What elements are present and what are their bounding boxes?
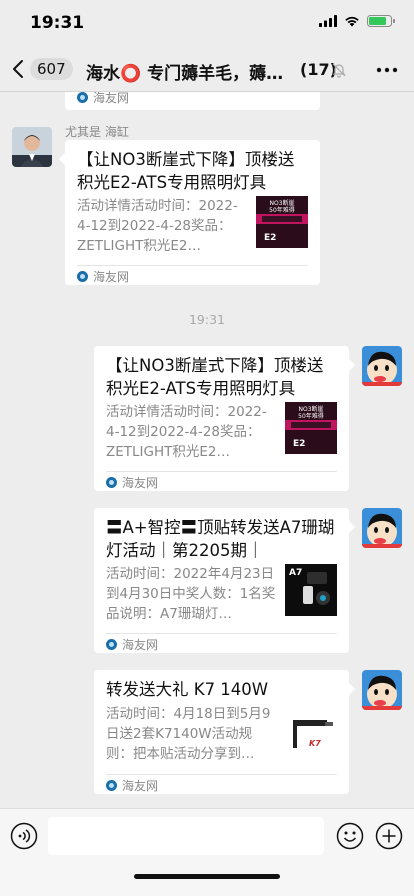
card-source: 海友网 <box>77 92 129 106</box>
unread-count-badge: 607 <box>30 58 73 80</box>
avatar[interactable] <box>12 127 52 167</box>
card-source: 海友网 <box>106 777 158 794</box>
card-source-label: 海友网 <box>122 638 159 652</box>
status-icons <box>319 15 395 27</box>
emoji-icon[interactable] <box>336 822 364 850</box>
card-source: 海友网 <box>106 636 158 653</box>
plus-icon[interactable] <box>375 822 403 850</box>
chat-header: 607 海水⭕ 专门薅羊毛，薅… (17) <box>0 48 414 92</box>
card-source-label: 海友网 <box>93 270 130 284</box>
status-bar: 19:31 <box>0 0 414 48</box>
card-description: 活动详情活动时间：2022-4-12到2022-4-28奖品：ZETLIGHT积… <box>77 198 238 254</box>
message-timestamp: 19:31 <box>188 312 226 327</box>
link-card[interactable]: 转发送大礼 K7 140W 活动时间：4月18日到5月9日送2套K7140W活动… <box>94 670 349 794</box>
svg-text:50年难得: 50年难得 <box>269 206 295 214</box>
card-description: 活动详情活动时间：2022-4-12到2022-4-28奖品：ZETLIGHT积… <box>106 404 267 460</box>
sender-name: 尤其是 海缸 <box>65 125 129 139</box>
card-thumbnail: A7 <box>285 564 337 616</box>
svg-text:NO3断崖: NO3断崖 <box>269 199 294 207</box>
source-logo-icon <box>106 780 117 791</box>
avatar[interactable] <box>362 508 402 548</box>
more-icon[interactable] <box>376 60 398 80</box>
card-source-label: 海友网 <box>122 779 159 793</box>
back-button[interactable]: 607 <box>12 58 73 80</box>
avatar[interactable] <box>362 670 402 710</box>
card-source-label: 海友网 <box>93 92 130 105</box>
svg-text:50年难得: 50年难得 <box>298 412 324 420</box>
source-logo-icon <box>106 477 117 488</box>
wifi-icon <box>345 16 359 27</box>
svg-text:K7: K7 <box>309 739 321 748</box>
source-logo-icon <box>77 92 88 103</box>
card-source: 海友网 <box>77 268 129 285</box>
chat-title: 海水⭕ 专门薅羊毛，薅… <box>86 64 284 84</box>
battery-icon <box>367 15 395 27</box>
card-thumbnail: NO3断崖 50年难得 E2 <box>256 196 308 248</box>
message-input[interactable] <box>48 817 324 855</box>
link-card[interactable]: 【让NO3断崖式下降】顶楼送积光E2-ATS专用照明灯具 活动详情活动时间：20… <box>94 346 349 491</box>
card-title: 转发送大礼 K7 140W <box>106 680 269 699</box>
voice-icon[interactable] <box>10 822 38 850</box>
svg-text:E2: E2 <box>293 439 305 449</box>
card-thumbnail: NO3断崖 50年难得 E2 <box>285 402 337 454</box>
card-source-label: 海友网 <box>122 476 159 490</box>
card-title: 〓A+智控〓顶贴转发送A7珊瑚灯活动｜第2205期｜ <box>106 518 335 560</box>
chat-area[interactable]: 海友网 尤其是 海缸 【让NO3断崖式下降】顶楼送积光E2-ATS专用照明灯具 … <box>0 92 414 808</box>
card-title: 【让NO3断崖式下降】顶楼送积光E2-ATS专用照明灯具 <box>77 150 295 192</box>
svg-text:E2: E2 <box>264 233 276 243</box>
cellular-signal-icon <box>319 15 337 27</box>
card-title: 【让NO3断崖式下降】顶楼送积光E2-ATS专用照明灯具 <box>106 356 324 398</box>
source-logo-icon <box>77 271 88 282</box>
card-description: 活动时间：2022年4月23日到4月30日中奖人数：1名奖品说明：A7珊瑚灯… <box>106 566 276 622</box>
home-indicator[interactable] <box>134 874 280 879</box>
card-description: 活动时间：4月18日到5月9日送2套K7140W活动规则：把本贴活动分享到… <box>106 706 271 762</box>
mute-icon <box>332 63 346 78</box>
card-source: 海友网 <box>106 474 158 491</box>
link-card[interactable]: 【让NO3断崖式下降】顶楼送积光E2-ATS专用照明灯具 活动详情活动时间：20… <box>65 140 320 285</box>
svg-text:NO3断崖: NO3断崖 <box>298 405 323 413</box>
link-card[interactable]: 〓A+智控〓顶贴转发送A7珊瑚灯活动｜第2205期｜ 活动时间：2022年4月2… <box>94 508 349 653</box>
input-bar <box>0 808 414 896</box>
partial-link-card[interactable]: 海友网 <box>65 92 320 110</box>
source-logo-icon <box>106 639 117 650</box>
card-thumbnail: K7 <box>285 706 337 758</box>
status-time: 19:31 <box>30 13 85 33</box>
back-chevron-icon <box>13 60 23 78</box>
svg-text:A7: A7 <box>289 568 302 578</box>
avatar[interactable] <box>362 346 402 386</box>
